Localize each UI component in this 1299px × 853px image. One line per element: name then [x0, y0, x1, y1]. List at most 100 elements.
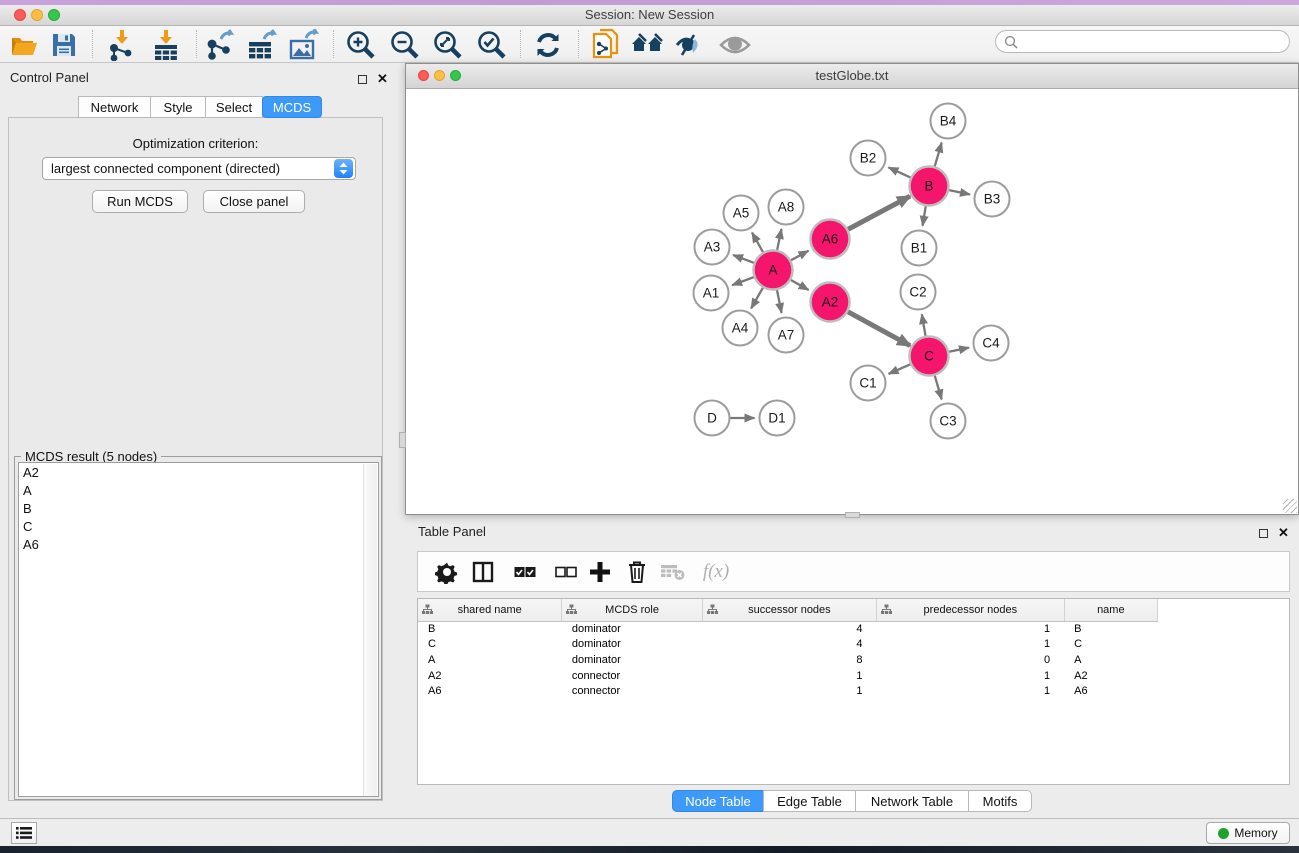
new-network-from-file-icon[interactable] [590, 28, 624, 61]
minimize-network-window-button[interactable] [434, 70, 445, 81]
tab-node-table[interactable]: Node Table [672, 790, 764, 812]
tab-edge-table[interactable]: Edge Table [763, 790, 856, 812]
table-cell[interactable]: A6 [418, 683, 562, 699]
vertical-splitter-handle[interactable] [399, 432, 406, 448]
table-row[interactable]: Adominator80A [418, 652, 1158, 668]
table-cell[interactable]: A [418, 652, 562, 668]
table-cell[interactable]: 1 [877, 637, 1065, 653]
graph-edge[interactable] [752, 233, 763, 253]
zoom-selected-icon[interactable] [475, 28, 509, 61]
column-header-name[interactable]: name [1064, 599, 1157, 621]
result-item[interactable]: A2 [19, 463, 378, 481]
table-settings-gear-icon[interactable] [432, 557, 462, 587]
graph-edge[interactable] [791, 280, 809, 290]
minimize-window-button[interactable] [31, 9, 43, 21]
close-network-window-button[interactable] [418, 70, 429, 81]
graph-edge[interactable] [777, 229, 781, 250]
maximize-window-button[interactable] [48, 9, 60, 21]
show-graphics-details-icon[interactable] [673, 28, 707, 61]
refresh-icon[interactable] [531, 28, 565, 61]
open-session-icon[interactable] [7, 28, 41, 61]
graph-edge[interactable] [777, 290, 782, 313]
graph-edge[interactable] [935, 376, 942, 400]
graph-edge[interactable] [751, 288, 763, 309]
table-row[interactable]: A2connector11A2 [418, 668, 1158, 684]
import-table-icon[interactable] [149, 28, 183, 61]
export-table-icon[interactable] [245, 28, 279, 61]
table-cell[interactable]: 8 [702, 652, 876, 668]
close-panel-button[interactable]: Close panel [203, 190, 305, 213]
graph-edge[interactable] [791, 251, 808, 261]
table-cell[interactable]: connector [562, 683, 702, 699]
create-column-icon[interactable] [585, 557, 615, 587]
table-cell[interactable]: A [1064, 652, 1157, 668]
zoom-fit-icon[interactable] [431, 28, 465, 61]
select-all-icon[interactable] [510, 557, 540, 587]
graph-edge[interactable] [889, 364, 911, 374]
import-network-icon[interactable] [105, 28, 139, 61]
mcds-result-list[interactable]: A2ABCA6 [18, 462, 379, 797]
highlight-eye-icon[interactable] [718, 28, 752, 61]
result-item[interactable]: C [19, 517, 378, 535]
table-cell[interactable]: A2 [1064, 668, 1157, 684]
table-cell[interactable]: 1 [702, 668, 876, 684]
node-table[interactable]: shared name MCDS role successor nodes pr… [417, 598, 1290, 785]
table-cell[interactable]: 1 [702, 683, 876, 699]
network-window-titlebar[interactable]: testGlobe.txt [406, 64, 1298, 89]
save-session-icon[interactable] [47, 28, 81, 61]
graph-edge[interactable] [732, 277, 754, 285]
table-row[interactable]: Cdominator41C [418, 637, 1158, 653]
table-cell[interactable]: 4 [702, 621, 876, 637]
graph-edge[interactable] [923, 206, 926, 226]
float-table-panel-icon[interactable] [1259, 525, 1271, 537]
column-header-predecessor-nodes[interactable]: predecessor nodes [877, 599, 1065, 621]
tab-network-table[interactable]: Network Table [855, 790, 969, 812]
graph-edge[interactable] [922, 314, 926, 336]
delete-column-icon[interactable] [622, 557, 652, 587]
table-cell[interactable]: B [418, 621, 562, 637]
column-header-mcds-role[interactable]: MCDS role [562, 599, 702, 621]
criterion-dropdown[interactable]: largest connected component (directed) [42, 157, 356, 180]
task-history-button[interactable] [11, 822, 37, 844]
memory-button[interactable]: Memory [1206, 822, 1290, 844]
zoom-in-icon[interactable] [344, 28, 378, 61]
table-cell[interactable]: 4 [702, 637, 876, 653]
tab-style[interactable]: Style [150, 96, 206, 118]
close-panel-icon[interactable]: ✕ [377, 70, 389, 82]
table-cell[interactable]: B [1064, 621, 1157, 637]
scrollbar-track[interactable] [363, 464, 377, 797]
table-cell[interactable]: 1 [877, 621, 1065, 637]
horizontal-splitter-handle[interactable] [845, 512, 860, 518]
zoom-out-icon[interactable] [388, 28, 422, 61]
table-cell[interactable]: connector [562, 668, 702, 684]
graph-edge[interactable] [949, 348, 969, 352]
hide-panels-icon[interactable] [630, 28, 664, 61]
graph-edge[interactable] [935, 143, 942, 167]
search-input[interactable] [1018, 35, 1289, 49]
export-network-icon[interactable] [203, 28, 237, 61]
table-cell[interactable]: dominator [562, 637, 702, 653]
run-mcds-button[interactable]: Run MCDS [92, 190, 188, 213]
table-row[interactable]: Bdominator41B [418, 621, 1158, 637]
network-graph-canvas[interactable]: B4B2BB3A8A5A6A3B1AC2A1A2A4A7C4CC1DD1C3 [406, 89, 1298, 514]
float-panel-icon[interactable] [358, 71, 370, 83]
table-cell[interactable]: 1 [877, 683, 1065, 699]
table-cell[interactable]: 1 [877, 668, 1065, 684]
close-window-button[interactable] [14, 9, 26, 21]
delete-table-icon[interactable] [658, 557, 688, 587]
table-cell[interactable]: A2 [418, 668, 562, 684]
table-row[interactable]: A6connector11A6 [418, 683, 1158, 699]
table-cell[interactable]: dominator [562, 652, 702, 668]
result-item[interactable]: A6 [19, 535, 378, 553]
table-cell[interactable]: 0 [877, 652, 1065, 668]
maximize-network-window-button[interactable] [450, 70, 461, 81]
column-header-successor-nodes[interactable]: successor nodes [702, 599, 876, 621]
column-header-shared-name[interactable]: shared name [418, 599, 562, 621]
export-image-icon[interactable] [287, 28, 321, 61]
table-cell[interactable]: A6 [1064, 683, 1157, 699]
table-cell[interactable]: C [418, 637, 562, 653]
table-cell[interactable]: C [1064, 637, 1157, 653]
window-resize-grip[interactable] [1283, 499, 1297, 513]
table-cell[interactable]: dominator [562, 621, 702, 637]
function-builder-icon[interactable]: f(x) [696, 557, 736, 587]
